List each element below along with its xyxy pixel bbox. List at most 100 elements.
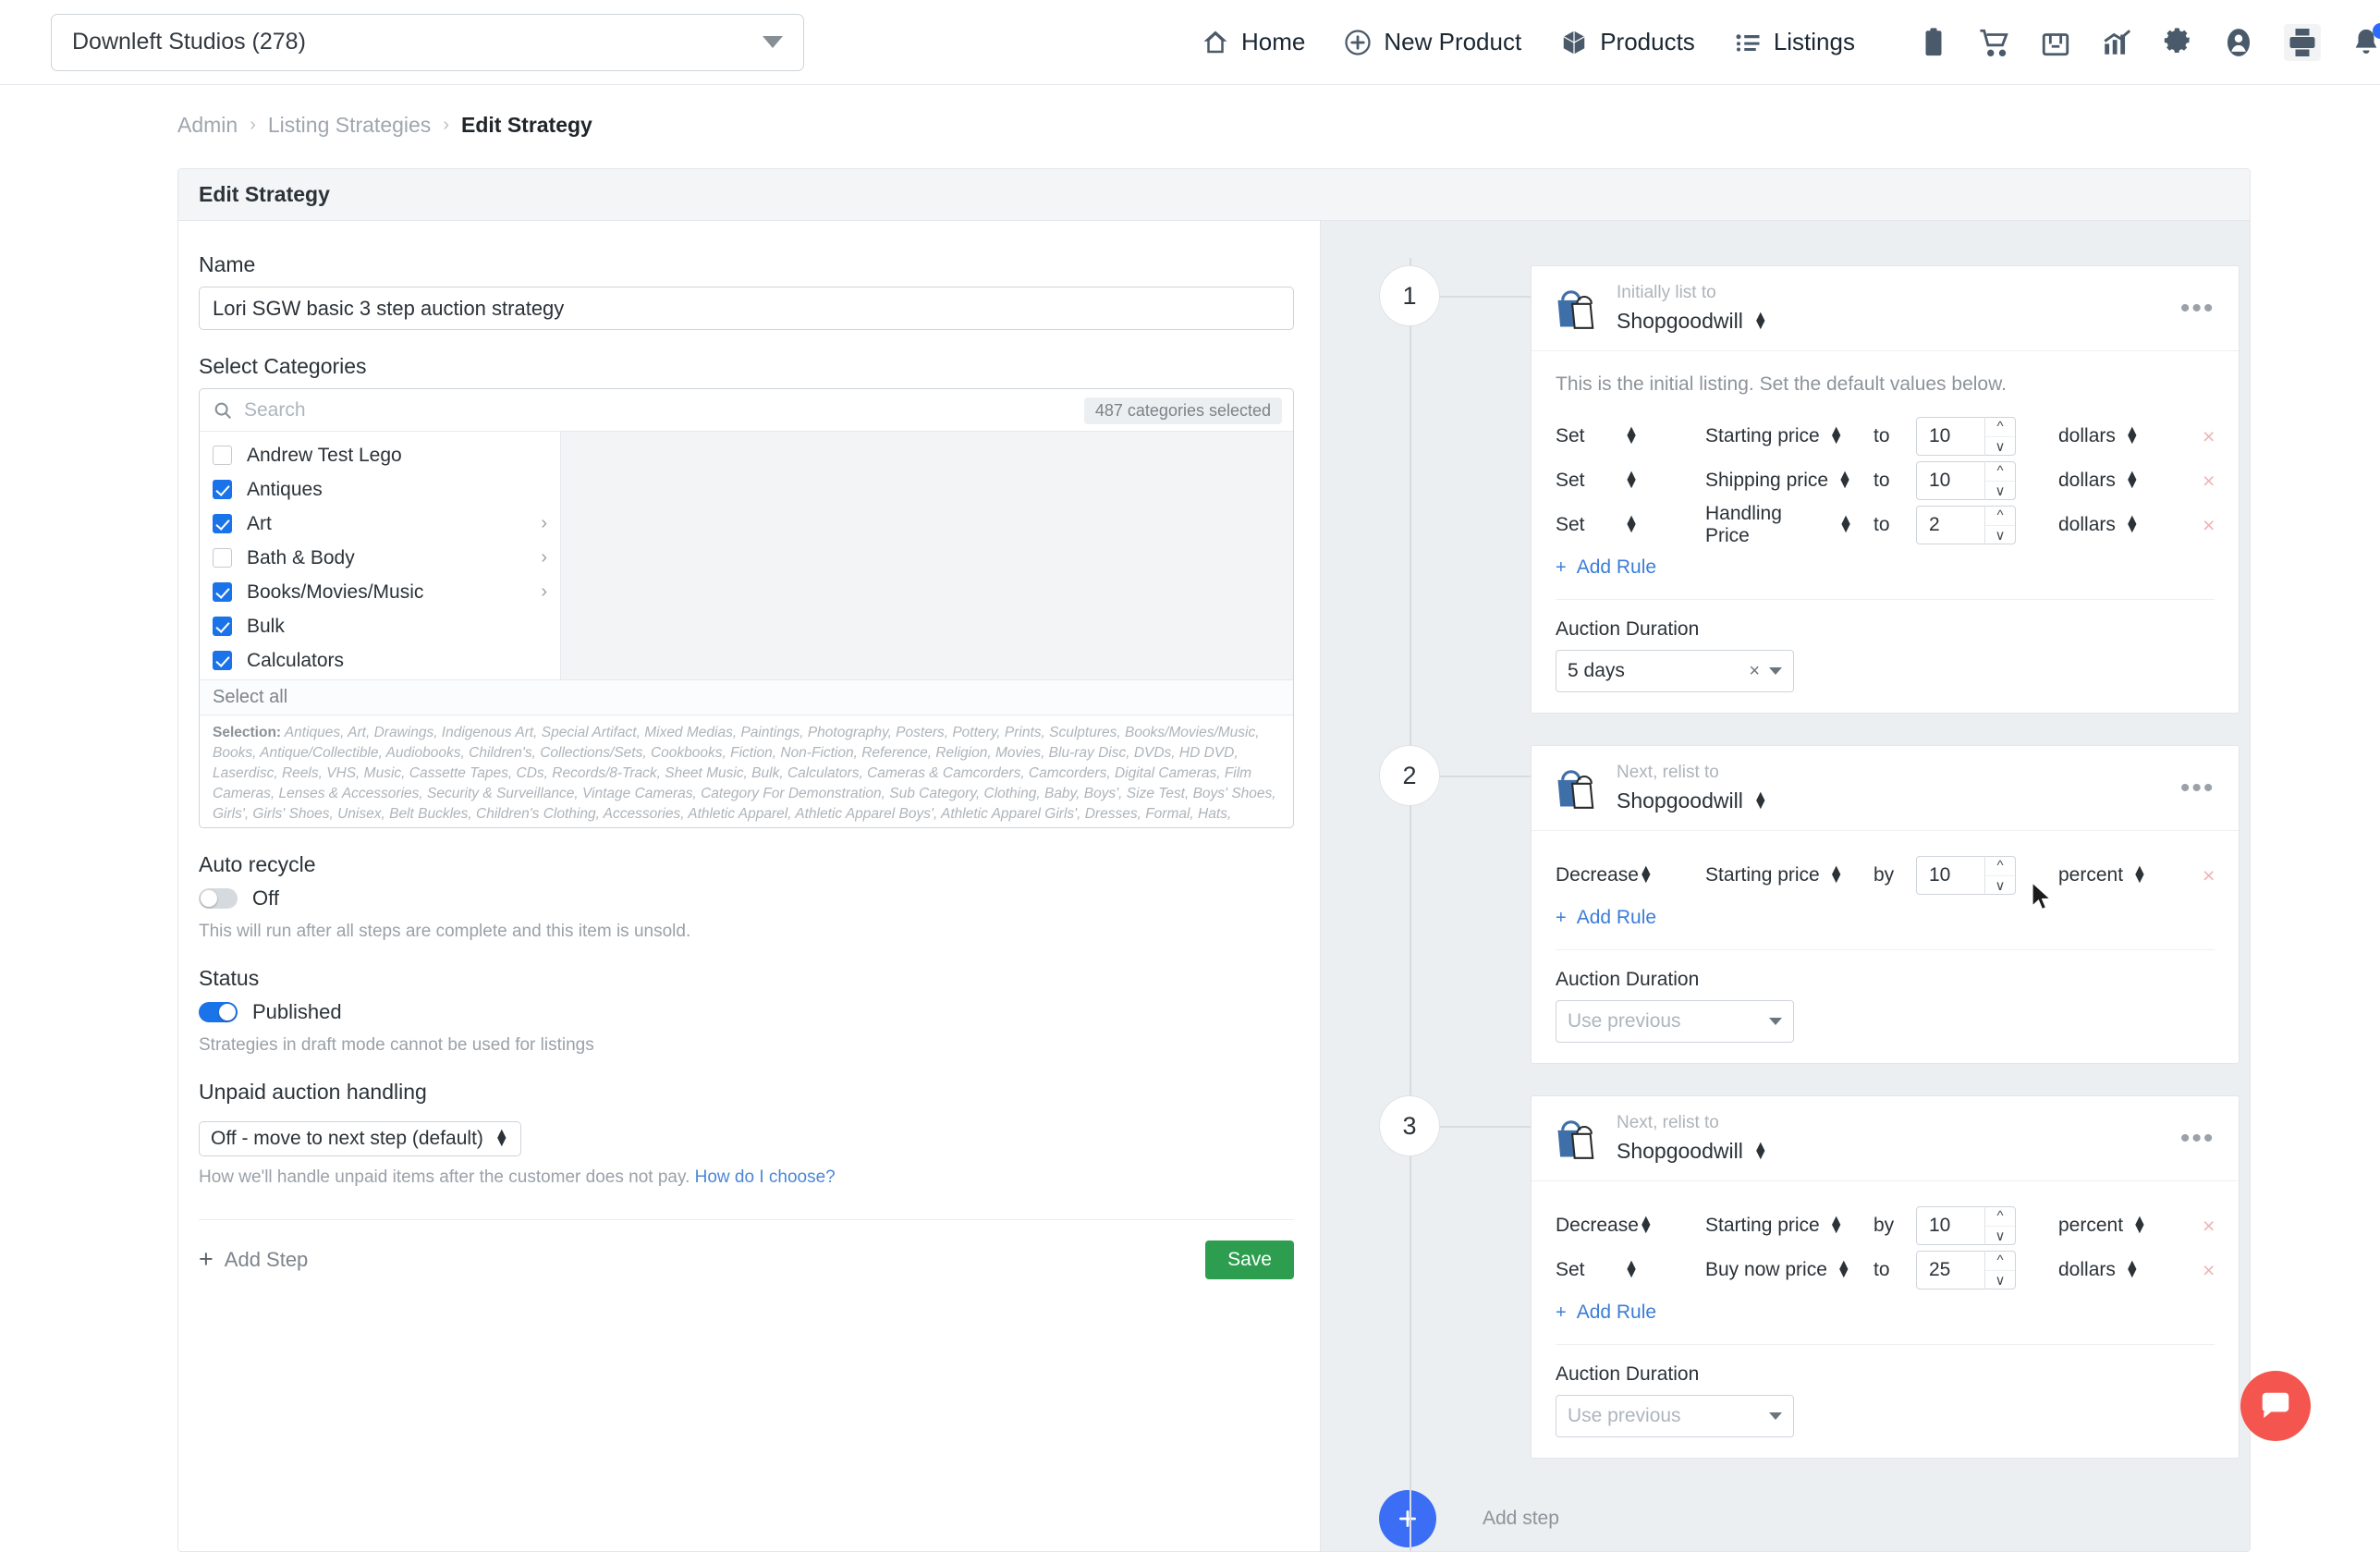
unpaid-select[interactable]: Off - move to next step (default) ▲ ▼ (199, 1121, 521, 1156)
stepper-down-icon[interactable]: ∨ (1985, 1227, 2015, 1246)
stepper-down-icon[interactable]: ∨ (1985, 876, 2015, 896)
category-checkbox[interactable] (213, 651, 232, 670)
breadcrumb-admin[interactable]: Admin (177, 113, 238, 138)
category-item[interactable]: Calculators (200, 643, 560, 678)
nav-item-new-product[interactable]: New Product (1344, 28, 1521, 56)
chat-launcher-button[interactable] (2240, 1371, 2311, 1441)
number-stepper[interactable]: ^ ∨ (1984, 856, 2015, 895)
step-marketplace-select[interactable]: Shopgoodwill ▲ ▼ (1617, 788, 1768, 813)
category-search-row[interactable]: Search 487 categories selected (200, 389, 1293, 432)
chevron-right-icon[interactable]: › (541, 547, 547, 568)
bell-icon[interactable] (2350, 22, 2380, 58)
chevron-right-icon[interactable]: › (541, 513, 547, 534)
number-stepper[interactable]: ^ ∨ (1984, 1251, 2015, 1289)
stepper-down-icon[interactable]: ∨ (1985, 1271, 2015, 1290)
rule-field-select[interactable]: Handling Price ▲ ▼ (1705, 503, 1853, 547)
select-all-link[interactable]: Select all (200, 679, 1293, 715)
add-rule-button[interactable]: + Add Rule (1556, 907, 2215, 929)
rule-unit-select[interactable]: dollars ▲ ▼ (2058, 424, 2169, 447)
category-item[interactable]: Bulk (200, 609, 560, 643)
nav-item-listings[interactable]: Listings (1734, 28, 1855, 56)
rule-field-select[interactable]: Starting price ▲ ▼ (1705, 863, 1853, 886)
rule-field-select[interactable]: Buy now price ▲ ▼ (1705, 1258, 1853, 1281)
rule-operation-select[interactable]: Set ▲ ▼ (1556, 469, 1659, 492)
step-marketplace-select[interactable]: Shopgoodwill ▲ ▼ (1617, 309, 1768, 334)
remove-rule-icon[interactable]: × (2203, 863, 2215, 888)
add-rule-button[interactable]: + Add Rule (1556, 1301, 2215, 1324)
nav-item-products[interactable]: Products (1560, 28, 1695, 56)
category-item[interactable]: Andrew Test Lego (200, 438, 560, 472)
remove-rule-icon[interactable]: × (2203, 469, 2215, 494)
category-item[interactable]: Art › (200, 507, 560, 541)
user-icon[interactable] (2223, 27, 2254, 58)
number-stepper[interactable]: ^ ∨ (1984, 461, 2015, 500)
add-step-fab[interactable] (1379, 1490, 1436, 1547)
step-marketplace-select[interactable]: Shopgoodwill ▲ ▼ (1617, 1139, 1768, 1164)
stepper-up-icon[interactable]: ^ (1985, 1251, 2015, 1271)
category-checkbox[interactable] (213, 582, 232, 602)
stepper-up-icon[interactable]: ^ (1985, 506, 2015, 526)
store-selector[interactable]: Downleft Studios (278) (51, 13, 804, 71)
status-toggle[interactable] (199, 1002, 238, 1022)
rule-operation-select[interactable]: Set ▲ ▼ (1556, 1258, 1659, 1281)
add-rule-button[interactable]: + Add Rule (1556, 556, 2215, 579)
rule-value-input[interactable]: 2 ^ ∨ (1916, 506, 2016, 544)
gear-icon[interactable] (2162, 27, 2193, 58)
save-button[interactable]: Save (1205, 1240, 1294, 1279)
remove-rule-icon[interactable]: × (2203, 424, 2215, 449)
stepper-down-icon[interactable]: ∨ (1985, 482, 2015, 501)
rule-value-input[interactable]: 10 ^ ∨ (1916, 417, 2016, 456)
nav-item-home[interactable]: Home (1202, 28, 1305, 56)
auction-duration-select[interactable]: 5 days × (1556, 650, 1794, 692)
rule-field-select[interactable]: Starting price ▲ ▼ (1705, 1214, 1853, 1237)
rule-value-input[interactable]: 10 ^ ∨ (1916, 1206, 2016, 1245)
number-stepper[interactable]: ^ ∨ (1984, 1206, 2015, 1245)
breadcrumb-listing-strategies[interactable]: Listing Strategies (268, 113, 431, 138)
stepper-down-icon[interactable]: ∨ (1985, 437, 2015, 457)
rule-unit-select[interactable]: dollars ▲ ▼ (2058, 1258, 2169, 1281)
rule-unit-select[interactable]: dollars ▲ ▼ (2058, 513, 2169, 536)
category-checkbox[interactable] (213, 480, 232, 499)
stepper-up-icon[interactable]: ^ (1985, 856, 2015, 876)
rule-field-select[interactable]: Shipping price ▲ ▼ (1705, 469, 1853, 492)
auction-duration-select[interactable]: Use previous (1556, 1000, 1794, 1043)
rule-value-input[interactable]: 10 ^ ∨ (1916, 461, 2016, 500)
unpaid-hint-link[interactable]: How do I choose? (695, 1167, 836, 1187)
remove-rule-icon[interactable]: × (2203, 1258, 2215, 1283)
rule-operation-select[interactable]: Decrease ▲ ▼ (1556, 1214, 1659, 1237)
rule-unit-select[interactable]: dollars ▲ ▼ (2058, 469, 2169, 492)
remove-rule-icon[interactable]: × (2203, 513, 2215, 538)
category-item[interactable]: Bath & Body › (200, 541, 560, 575)
chevron-right-icon[interactable]: › (541, 581, 547, 603)
clipboard-icon[interactable] (1918, 27, 1949, 58)
rule-value-input[interactable]: 10 ^ ∨ (1916, 856, 2016, 895)
auction-duration-select[interactable]: Use previous (1556, 1395, 1794, 1437)
package-icon[interactable] (2040, 27, 2071, 58)
category-checkbox[interactable] (213, 617, 232, 636)
number-stepper[interactable]: ^ ∨ (1984, 506, 2015, 544)
rule-unit-select[interactable]: percent ▲ ▼ (2058, 1214, 2169, 1237)
category-checkbox[interactable] (213, 548, 232, 568)
stepper-up-icon[interactable]: ^ (1985, 461, 2015, 482)
name-input[interactable]: Lori SGW basic 3 step auction strategy (199, 287, 1294, 330)
clear-icon[interactable]: × (1749, 661, 1769, 682)
category-checkbox[interactable] (213, 446, 232, 465)
rule-operation-select[interactable]: Set ▲ ▼ (1556, 513, 1659, 536)
printer-icon[interactable] (2283, 23, 2321, 61)
stepper-up-icon[interactable]: ^ (1985, 417, 2015, 437)
rule-field-select[interactable]: Starting price ▲ ▼ (1705, 424, 1853, 447)
category-item[interactable]: Antiques (200, 472, 560, 507)
analytics-icon[interactable] (2101, 27, 2132, 58)
rule-value-input[interactable]: 25 ^ ∨ (1916, 1251, 2016, 1289)
rule-operation-select[interactable]: Set ▲ ▼ (1556, 424, 1659, 447)
add-step-button[interactable]: + Add Step (199, 1247, 308, 1272)
rule-unit-select[interactable]: percent ▲ ▼ (2058, 863, 2169, 886)
category-checkbox[interactable] (213, 514, 232, 533)
category-item[interactable]: Books/Movies/Music › (200, 575, 560, 609)
stepper-down-icon[interactable]: ∨ (1985, 526, 2015, 545)
number-stepper[interactable]: ^ ∨ (1984, 417, 2015, 456)
stepper-up-icon[interactable]: ^ (1985, 1206, 2015, 1227)
remove-rule-icon[interactable]: × (2203, 1214, 2215, 1239)
auto-recycle-toggle[interactable] (199, 888, 238, 909)
cart-icon[interactable] (1979, 27, 2010, 58)
